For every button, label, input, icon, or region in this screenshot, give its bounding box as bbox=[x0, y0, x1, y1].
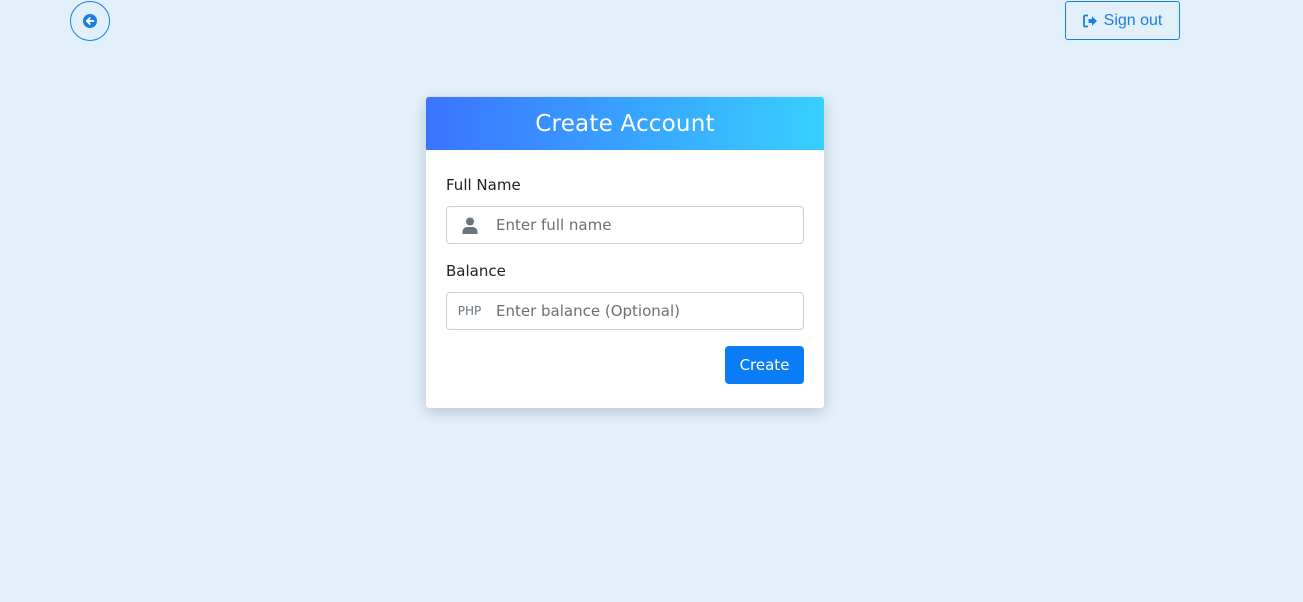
arrow-left-icon bbox=[82, 13, 98, 29]
full-name-input-group bbox=[446, 206, 804, 244]
back-button[interactable] bbox=[70, 1, 110, 41]
currency-prefix: PHP bbox=[457, 304, 482, 318]
full-name-label: Full Name bbox=[446, 176, 521, 194]
balance-input-group: PHP bbox=[446, 292, 804, 330]
card-title: Create Account bbox=[535, 110, 715, 137]
page: Sign out Create Account Full Name Balanc… bbox=[0, 0, 1303, 602]
sign-out-label: Sign out bbox=[1103, 11, 1163, 29]
balance-input[interactable] bbox=[492, 293, 803, 329]
sign-out-button[interactable]: Sign out bbox=[1065, 1, 1180, 40]
sign-out-icon bbox=[1082, 14, 1098, 28]
create-button[interactable]: Create bbox=[725, 346, 804, 384]
full-name-input[interactable] bbox=[492, 207, 803, 243]
card-header: Create Account bbox=[426, 97, 824, 150]
balance-label: Balance bbox=[446, 262, 506, 280]
user-icon bbox=[447, 217, 492, 234]
create-account-card: Create Account Full Name Balance PHP Cre… bbox=[426, 97, 824, 408]
